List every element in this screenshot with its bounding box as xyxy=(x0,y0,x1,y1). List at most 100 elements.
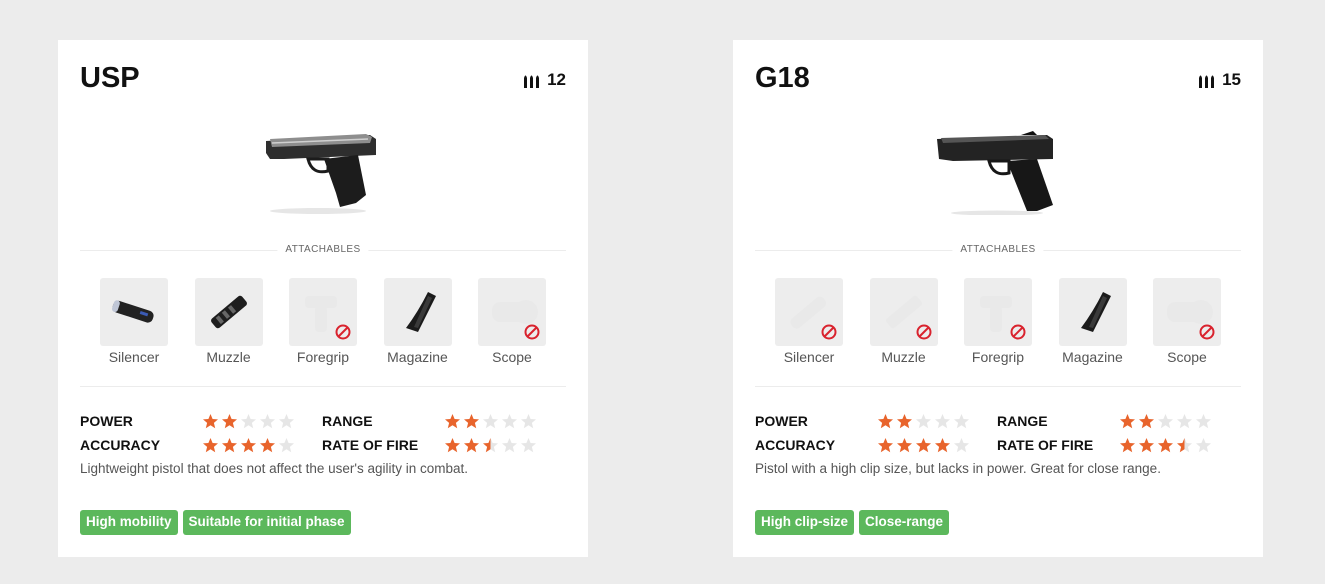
attachment-slot xyxy=(194,278,263,346)
stat-stars-power xyxy=(202,413,322,430)
stat-label: ACCURACY xyxy=(755,437,836,453)
attachment-magazine[interactable]: Magazine xyxy=(383,278,452,365)
attachment-label: Muzzle xyxy=(881,349,926,365)
unavailable-icon xyxy=(335,324,351,340)
attachment-label: Scope xyxy=(1167,349,1207,365)
attachment-slot xyxy=(775,278,843,346)
bullets-icon xyxy=(1199,75,1215,88)
star-icon xyxy=(483,437,498,452)
star-icon xyxy=(1196,413,1211,428)
star-icon xyxy=(878,437,893,452)
attachment-label: Foregrip xyxy=(296,349,350,365)
attachment-foregrip[interactable]: Foregrip xyxy=(964,278,1032,365)
stat-label: POWER xyxy=(80,413,133,429)
stat-stars-power xyxy=(877,413,997,430)
star-icon xyxy=(464,413,479,428)
weapon-description: Pistol with a high clip size, but lacks … xyxy=(755,461,1161,476)
attachment-foregrip[interactable]: Foregrip xyxy=(289,278,357,365)
star-icon xyxy=(1120,413,1135,428)
star-icon xyxy=(521,413,536,428)
tag-list: High clip-size Close-range xyxy=(755,510,950,535)
tag-badge: Suitable for initial phase xyxy=(182,510,351,535)
attachment-slot xyxy=(289,278,357,346)
star-icon xyxy=(954,413,969,428)
weapon-card-usp: USP 12 ATTACHABLES Silencer Muzzle Foreg… xyxy=(58,40,588,557)
unavailable-icon xyxy=(524,324,540,340)
attachment-label: Scope xyxy=(492,349,532,365)
star-icon xyxy=(203,437,218,452)
attachment-silencer[interactable]: Silencer xyxy=(100,278,168,365)
star-icon xyxy=(935,413,950,428)
star-icon xyxy=(445,413,460,428)
stat-label: RATE OF FIRE xyxy=(997,437,1094,453)
attachment-label: Magazine xyxy=(387,349,448,365)
star-icon xyxy=(935,437,950,452)
star-icon xyxy=(1158,437,1173,452)
star-icon xyxy=(260,437,275,452)
stat-stars-range xyxy=(444,413,564,430)
stats-panel: POWER RANGE ACCURACY RATE OF FIRE Pistol… xyxy=(755,409,1241,476)
weapon-description: Lightweight pistol that does not affect … xyxy=(80,461,469,476)
attachment-label: Foregrip xyxy=(971,349,1025,365)
star-icon xyxy=(279,437,294,452)
star-icon xyxy=(260,413,275,428)
attachment-label: Silencer xyxy=(783,349,835,365)
tag-badge: High clip-size xyxy=(755,510,855,535)
stat-stars-accuracy xyxy=(877,437,997,454)
star-icon xyxy=(916,437,931,452)
star-icon xyxy=(279,413,294,428)
star-icon xyxy=(1120,437,1135,452)
unavailable-icon xyxy=(1010,324,1026,340)
attachment-label: Muzzle xyxy=(206,349,251,365)
stat-stars-rate-of-fire xyxy=(444,437,564,454)
attachment-slot xyxy=(869,278,938,346)
star-icon xyxy=(878,413,893,428)
star-icon xyxy=(1139,437,1154,452)
star-icon xyxy=(1158,413,1173,428)
magazine-icon xyxy=(405,292,436,332)
attachables-divider: ATTACHABLES xyxy=(755,244,1241,255)
stat-label: POWER xyxy=(755,413,808,429)
attachment-scope[interactable]: Scope xyxy=(1153,278,1221,365)
attachment-muzzle[interactable]: Muzzle xyxy=(194,278,263,365)
attachment-silencer[interactable]: Silencer xyxy=(775,278,843,365)
attachments-list: Silencer Muzzle Foregrip Magazine Scope xyxy=(80,278,566,365)
star-icon xyxy=(203,413,218,428)
weapon-title: G18 xyxy=(755,62,810,94)
star-icon xyxy=(483,413,498,428)
stat-stars-accuracy xyxy=(202,437,322,454)
stat-label: ACCURACY xyxy=(80,437,161,453)
tag-badge: High mobility xyxy=(80,510,178,535)
tag-badge: Close-range xyxy=(859,510,950,535)
unavailable-icon xyxy=(916,324,931,340)
ammo-value: 12 xyxy=(547,70,566,89)
stat-stars-rate-of-fire xyxy=(1119,437,1239,454)
attachment-magazine[interactable]: Magazine xyxy=(1058,278,1127,365)
stats-row: POWER RANGE xyxy=(755,409,1241,433)
section-divider xyxy=(80,386,566,387)
stats-row: ACCURACY RATE OF FIRE xyxy=(80,433,566,457)
attachment-label: Silencer xyxy=(108,349,160,365)
attachment-slot xyxy=(1058,278,1127,346)
weapon-card-g18: G18 15 ATTACHABLES Silencer Muzzle Foreg… xyxy=(733,40,1263,557)
attachables-divider: ATTACHABLES xyxy=(80,244,566,255)
weapon-title: USP xyxy=(80,62,140,94)
bullets-icon xyxy=(524,75,540,88)
attachables-heading: ATTACHABLES xyxy=(277,244,369,255)
star-icon xyxy=(222,437,237,452)
star-icon xyxy=(1196,437,1211,452)
stats-row: ACCURACY RATE OF FIRE xyxy=(755,433,1241,457)
star-icon xyxy=(897,437,912,452)
attachment-slot xyxy=(478,278,546,346)
unavailable-icon xyxy=(1199,324,1215,340)
star-icon xyxy=(464,437,479,452)
attachment-label: Magazine xyxy=(1062,349,1123,365)
star-icon xyxy=(241,437,256,452)
star-icon xyxy=(222,413,237,428)
section-divider xyxy=(755,386,1241,387)
stat-label: RANGE xyxy=(322,413,373,429)
attachables-heading: ATTACHABLES xyxy=(952,244,1044,255)
attachment-muzzle[interactable]: Muzzle xyxy=(869,278,938,365)
attachment-slot xyxy=(383,278,452,346)
attachment-scope[interactable]: Scope xyxy=(478,278,546,365)
